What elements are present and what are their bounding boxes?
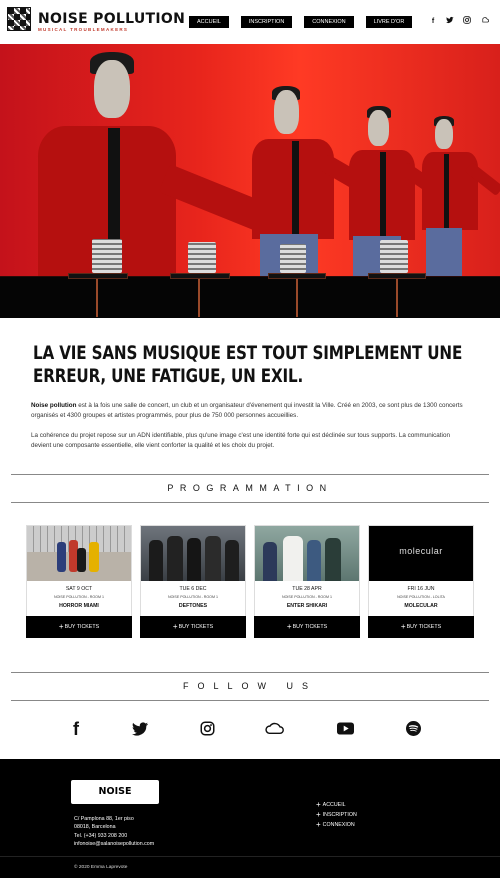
intro-brand-name: Noise pollution xyxy=(31,402,77,409)
event-image[interactable] xyxy=(27,526,131,581)
robot-figure xyxy=(280,244,306,273)
footer-copyright: © 2020 Emma Laprevote xyxy=(74,865,128,870)
facebook-icon[interactable]: f xyxy=(64,718,88,740)
nav-inscription-button[interactable]: INSCRIPTION xyxy=(240,16,293,28)
plus-icon: + xyxy=(316,810,321,819)
footer-link-label: CONNEXION xyxy=(322,822,355,828)
address-street: C/ Pamplona 88, 1er piso xyxy=(74,816,134,822)
intro-text: est à la fois une salle de concert, un c… xyxy=(31,402,463,419)
address-city: 08018, Barcelona xyxy=(74,824,116,831)
event-card[interactable]: SAT 9 OCT NOISE POLLUTION - ROOM 1 HORRO… xyxy=(26,525,132,638)
buy-tickets-button[interactable]: +BUY TICKETS xyxy=(140,616,246,638)
event-venue: NOISE POLLUTION - LOLITA xyxy=(397,595,445,599)
buy-label: BUY TICKETS xyxy=(292,624,328,630)
robot-figure xyxy=(92,239,122,273)
event-card[interactable]: TUE 28 APR NOISE POLLUTION - ROOM 1 ENTE… xyxy=(254,525,360,638)
plus-icon: + xyxy=(316,800,321,809)
robot-figure xyxy=(188,242,216,273)
event-card[interactable]: TUE 6 DEC NOISE POLLUTION - ROOM 1 DEFTO… xyxy=(140,525,246,638)
follow-us-heading: FOLLOW US xyxy=(11,672,489,701)
buy-label: BUY TICKETS xyxy=(406,624,442,630)
youtube-icon[interactable] xyxy=(333,718,357,740)
performer-figure xyxy=(30,44,280,277)
buy-tickets-button[interactable]: +BUY TICKETS xyxy=(254,616,360,638)
intro-paragraph-2: La cohérence du projet repose sur un ADN… xyxy=(31,432,450,449)
podium xyxy=(170,273,230,279)
event-card[interactable]: molecular FRI 16 JUN NOISE POLLUTION - L… xyxy=(368,525,474,638)
hero-image xyxy=(0,44,500,318)
event-date: TUE 28 APR xyxy=(292,586,322,592)
soundcloud-icon[interactable] xyxy=(480,16,489,29)
follow-social-links: f xyxy=(0,718,500,740)
buy-tickets-button[interactable]: +BUY TICKETS xyxy=(368,616,474,638)
event-name[interactable]: MOLECULAR xyxy=(369,603,473,609)
header-social-links: f xyxy=(429,16,489,29)
footer-link-label: INSCRIPTION xyxy=(322,812,357,818)
intro-title: LA VIE SANS MUSIQUE EST TOUT SIMPLEMENT … xyxy=(33,343,463,387)
event-date: FRI 16 JUN xyxy=(407,586,435,592)
twitter-icon[interactable] xyxy=(446,16,454,29)
address-phone: Tel. (+34) 933 208 200 xyxy=(74,832,128,839)
soundcloud-icon[interactable] xyxy=(263,718,287,740)
event-venue: NOISE POLLUTION - ROOM 1 xyxy=(282,595,332,599)
event-image[interactable] xyxy=(141,526,245,581)
footer-link-accueil[interactable]: + ACCUEIL xyxy=(316,800,357,810)
event-date: SAT 9 OCT xyxy=(65,586,93,592)
footer-nav: + ACCUEIL + INSCRIPTION + CONNEXION xyxy=(316,800,357,830)
event-name[interactable]: DEFTONES xyxy=(141,603,245,609)
event-date: TUE 6 DEC xyxy=(179,586,207,592)
event-name[interactable]: HORROR MIAMI xyxy=(27,603,131,609)
footer-logo[interactable]: NOISE POLLUTION xyxy=(71,780,159,821)
event-venue: NOISE POLLUTION - ROOM 1 xyxy=(168,595,218,599)
logo-tagline: MUSICAL TROUBLEMAKERS xyxy=(38,27,129,32)
site-footer: NOISE POLLUTION C/ Pamplona 88, 1er piso… xyxy=(0,759,500,878)
buy-label: BUY TICKETS xyxy=(178,624,214,630)
event-image[interactable]: molecular xyxy=(369,526,473,581)
plus-icon: + xyxy=(316,820,321,829)
event-venue: NOISE POLLUTION - ROOM 1 xyxy=(54,595,104,599)
event-image[interactable] xyxy=(255,526,359,581)
nav-livre-dor-button[interactable]: LIVRE D'OR xyxy=(365,16,413,28)
molecular-logo-text: molecular xyxy=(399,546,443,556)
footer-link-label: ACCUEIL xyxy=(322,802,346,808)
logo-mark-icon[interactable] xyxy=(7,7,31,31)
footer-link-inscription[interactable]: + INSCRIPTION xyxy=(316,810,357,820)
plus-icon: + xyxy=(172,622,178,631)
nav-connexion-button[interactable]: CONNEXION xyxy=(304,16,354,28)
plus-icon: + xyxy=(58,622,64,631)
section-title: PROGRAMMATION xyxy=(167,483,333,493)
logo-text[interactable]: NOISE POLLUTION xyxy=(38,11,185,27)
facebook-icon[interactable]: f xyxy=(429,16,437,29)
buy-label: BUY TICKETS xyxy=(64,624,100,630)
instagram-icon[interactable] xyxy=(195,718,219,740)
podium xyxy=(68,273,128,279)
robot-figure xyxy=(380,240,408,273)
footer-address: C/ Pamplona 88, 1er piso 08018, Barcelon… xyxy=(74,815,154,849)
main-nav: ACCUEIL INSCRIPTION CONNEXION LIVRE D'OR xyxy=(189,16,413,28)
twitter-icon[interactable] xyxy=(128,718,152,740)
instagram-icon[interactable] xyxy=(463,16,471,29)
spotify-icon[interactable] xyxy=(401,718,425,740)
buy-tickets-button[interactable]: +BUY TICKETS xyxy=(26,616,132,638)
programmation-heading: PROGRAMMATION xyxy=(11,474,489,503)
performer-figure xyxy=(420,116,500,277)
event-name[interactable]: ENTER SHIKARI xyxy=(255,603,359,609)
footer-divider xyxy=(0,856,500,857)
nav-accueil-button[interactable]: ACCUEIL xyxy=(189,16,229,28)
intro-paragraph-1: Noise pollution est à la fois une salle … xyxy=(31,401,471,420)
section-title: FOLLOW US xyxy=(182,681,317,691)
site-header: NOISE POLLUTION MUSICAL TROUBLEMAKERS AC… xyxy=(0,0,500,44)
footer-link-connexion[interactable]: + CONNEXION xyxy=(316,820,357,830)
plus-icon: + xyxy=(400,622,406,631)
address-email[interactable]: infonoise@salanoisepollution.com xyxy=(74,840,154,848)
plus-icon: + xyxy=(286,622,292,631)
